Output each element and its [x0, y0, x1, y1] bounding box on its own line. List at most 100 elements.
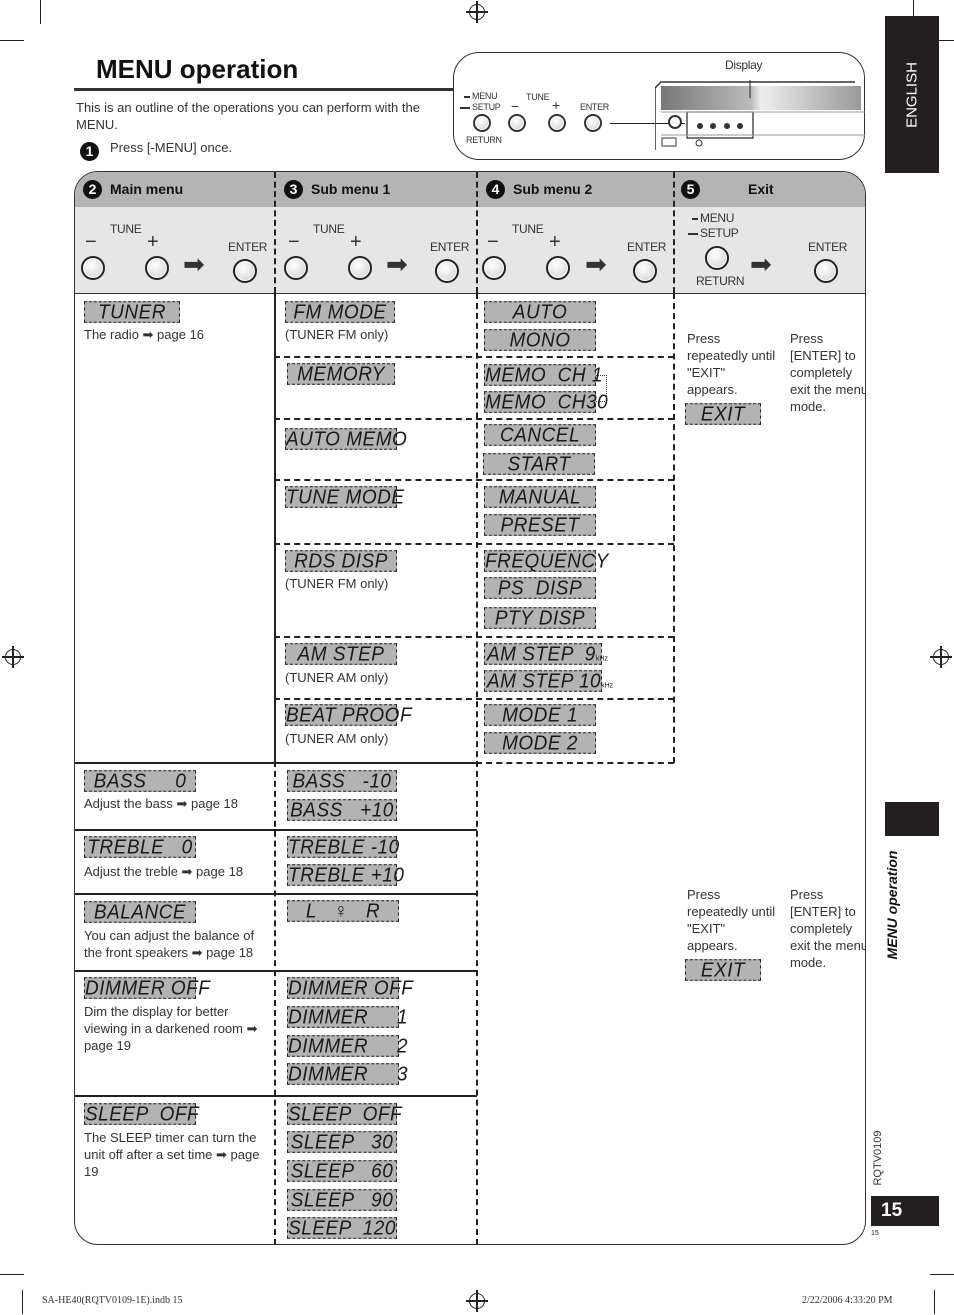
column-divider — [476, 293, 478, 1244]
plus-sign: + — [147, 231, 159, 253]
plus-sign: + — [552, 97, 561, 113]
lcd-manual: MANUAL — [484, 486, 596, 508]
group-divider — [274, 698, 674, 700]
lcd-balance: BALANCE — [84, 901, 196, 923]
minus-sign: − — [511, 98, 520, 114]
tune-minus-button[interactable] — [81, 256, 105, 280]
lcd-ps-disp: PS DISP — [484, 577, 596, 599]
column-divider — [274, 172, 276, 293]
tuner-note: The radio ➡ page 16 — [84, 327, 205, 342]
lcd-beat-proof: BEAT PROOF — [285, 704, 413, 727]
column-header-sub-menu-1: 3 Sub menu 1 — [284, 180, 390, 199]
lcd-treble-minus-10: TREBLE -10 — [287, 836, 400, 859]
column-divider — [274, 293, 276, 1244]
enter-button[interactable] — [584, 114, 602, 132]
dimmer-note: Dim the display for better viewing in a … — [84, 1004, 258, 1053]
setup-label: SETUP — [688, 226, 739, 240]
column-header-sub-menu-2: 4 Sub menu 2 — [486, 180, 592, 199]
section-side-label: MENU operation — [866, 845, 918, 965]
rds-disp-note: (TUNER FM only) — [285, 576, 389, 591]
step-1-badge: 1 — [80, 142, 99, 161]
crop-mark — [934, 1290, 935, 1314]
tune-plus-button[interactable] — [145, 256, 169, 280]
tune-plus-button[interactable] — [348, 256, 372, 280]
bass-note: Adjust the bass ➡ page 18 — [84, 796, 238, 811]
row-divider — [75, 970, 477, 972]
menu-label: MENU — [464, 91, 498, 101]
tune-plus-button[interactable] — [546, 256, 570, 280]
lcd-rds-disp: RDS DISP — [285, 550, 397, 572]
menu-label: MENU — [692, 211, 734, 225]
language-tab: ENGLISH — [885, 16, 939, 173]
page-title: MENU operation — [96, 54, 299, 84]
column-divider — [673, 172, 675, 293]
registration-mark-icon — [466, 1290, 488, 1312]
lcd-preset: PRESET — [484, 514, 596, 536]
page-number-small: 15 — [871, 1230, 879, 1237]
crop-mark — [40, 0, 41, 24]
tune-plus-button[interactable] — [548, 114, 566, 132]
lcd-dimmer-option: DIMMER 2 — [287, 1035, 409, 1058]
enter-button[interactable] — [435, 259, 459, 283]
tune-minus-button[interactable] — [508, 114, 526, 132]
lcd-sleep-option: SLEEP OFF — [287, 1103, 403, 1126]
footer-file-name: SA-HE40(RQTV0109-1E).indb 15 — [42, 1295, 183, 1306]
enter-button[interactable] — [633, 259, 657, 283]
exit-instruction-press-repeatedly: Press repeatedly until "EXIT" appears. — [687, 887, 776, 953]
table-header: 2 Main menu 3 Sub menu 1 4 Sub menu 2 5 Exit — [75, 172, 865, 208]
language-tab-label: ENGLISH — [903, 61, 921, 128]
sleep-note: The SLEEP timer can turn the unit off af… — [84, 1130, 260, 1179]
row-divider — [75, 762, 477, 764]
enter-label: ENTER — [228, 240, 268, 254]
lcd-sleep-off: SLEEP OFF — [84, 1103, 200, 1126]
lcd-auto-memo: AUTO MEMO — [285, 428, 408, 451]
tune-label: TUNE — [526, 92, 550, 102]
arrow-right-icon: ➡ — [386, 249, 408, 279]
menu-setup-button[interactable] — [705, 246, 729, 270]
section-tab-marker — [885, 802, 939, 836]
column-header-exit: 5 Exit — [681, 180, 774, 199]
step-1-text: Press [-MENU] once. — [110, 140, 233, 155]
registration-mark-icon — [466, 1, 488, 23]
title-rule — [74, 88, 454, 91]
arrow-right-icon: ➡ — [750, 249, 772, 279]
setup-label: SETUP — [460, 102, 501, 112]
enter-button[interactable] — [814, 259, 838, 283]
plus-sign: + — [549, 231, 561, 253]
display-label: Display — [725, 58, 763, 72]
enter-label: ENTER — [808, 240, 848, 254]
tune-minus-button[interactable] — [284, 256, 308, 280]
lcd-treble-plus-10: TREBLE +10 — [287, 864, 405, 887]
column-divider — [673, 293, 675, 763]
arrow-right-icon: ➡ — [585, 249, 607, 279]
tune-label: TUNE — [512, 222, 544, 236]
beat-proof-note: (TUNER AM only) — [285, 731, 389, 746]
minus-sign: − — [85, 231, 97, 253]
treble-note: Adjust the treble ➡ page 18 — [84, 864, 244, 879]
range-connector — [596, 375, 607, 402]
crop-mark — [0, 1274, 24, 1275]
group-divider — [274, 479, 674, 481]
lcd-exit: EXIT — [685, 403, 761, 425]
crop-mark — [930, 1274, 954, 1275]
intro-text: This is an outline of the operations you… — [76, 100, 420, 132]
lcd-bass-minus-10: BASS -10 — [287, 770, 397, 792]
lcd-tuner: TUNER — [84, 301, 180, 323]
registration-mark-icon — [2, 646, 24, 668]
crop-mark — [0, 40, 24, 41]
lcd-memo-ch30: MEMO CH30 — [484, 391, 609, 414]
crop-mark — [22, 1290, 23, 1314]
group-divider — [274, 356, 674, 358]
lcd-mode-1: MODE 1 — [484, 704, 596, 726]
tune-minus-button[interactable] — [482, 256, 506, 280]
am-step-note: (TUNER AM only) — [285, 670, 389, 685]
registration-mark-icon — [930, 646, 952, 668]
return-label: RETURN — [696, 274, 745, 288]
menu-setup-button[interactable] — [473, 114, 491, 132]
enter-button[interactable] — [233, 259, 257, 283]
page-number: 15 — [871, 1196, 939, 1226]
group-divider — [274, 543, 674, 545]
footer-timestamp: 2/22/2006 4:33:20 PM — [802, 1295, 893, 1306]
row-divider — [75, 1095, 477, 1097]
arrow-right-icon: ➡ — [183, 249, 205, 279]
